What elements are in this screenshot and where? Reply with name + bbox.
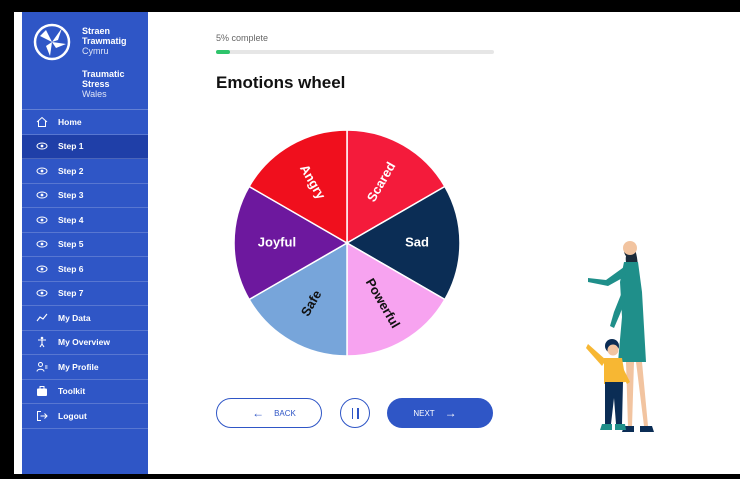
sidebar-item-label: Logout <box>58 410 87 421</box>
sidebar-item-step-5[interactable]: Step 5 <box>22 233 148 257</box>
sidebar-item-step-3[interactable]: Step 3 <box>22 184 148 208</box>
arrow-left-icon: ← <box>252 406 265 420</box>
app-frame: Straen Trawmatig Cymru Traumatic Stress … <box>14 12 740 474</box>
pause-icon <box>351 407 359 419</box>
sidebar: Straen Trawmatig Cymru Traumatic Stress … <box>22 12 148 474</box>
pause-button[interactable] <box>340 398 370 428</box>
chart-line-icon <box>36 312 48 324</box>
eye-icon <box>36 238 48 250</box>
sidebar-item-my-overview[interactable]: My Overview <box>22 331 148 355</box>
sidebar-item-label: Step 7 <box>58 288 84 299</box>
sidebar-item-label: Step 5 <box>58 239 84 250</box>
sidebar-item-home[interactable]: Home <box>22 110 148 135</box>
logout-icon <box>36 410 48 422</box>
sidebar-item-step-6[interactable]: Step 6 <box>22 257 148 282</box>
sidebar-item-label: My Overview <box>58 337 110 348</box>
next-button[interactable]: NEXT → <box>387 398 493 428</box>
emotions-wheel[interactable]: ScaredSadPowerfulSafeJoyfulAngry <box>232 128 462 358</box>
brand-english: Traumatic Stress Wales <box>82 69 125 99</box>
next-button-label: NEXT <box>413 408 435 418</box>
sidebar-item-my-data[interactable]: My Data <box>22 306 148 331</box>
sidebar-item-label: My Data <box>58 312 91 323</box>
briefcase-icon <box>36 385 48 397</box>
sidebar-item-step-1[interactable]: Step 1 <box>22 134 148 159</box>
progress-bar <box>216 50 494 54</box>
arrow-right-icon: → <box>444 406 457 420</box>
back-button-label: BACK <box>274 408 296 418</box>
brand-welsh: Straen Trawmatig Cymru <box>82 26 127 56</box>
sidebar-item-label: Home <box>58 116 82 127</box>
home-icon <box>36 116 48 128</box>
sidebar-item-label: Toolkit <box>58 386 86 397</box>
dragon-logo-icon <box>33 23 71 61</box>
eye-icon <box>36 140 48 152</box>
eye-icon <box>36 263 48 275</box>
progress-fill <box>216 50 230 54</box>
sidebar-item-toolkit[interactable]: Toolkit <box>22 380 148 404</box>
sidebar-item-label: My Profile <box>58 361 99 372</box>
wheel-label-joyful: Joyful <box>258 234 296 249</box>
wheel-label-sad: Sad <box>405 234 429 249</box>
person-icon <box>36 336 48 348</box>
sidebar-item-label: Step 2 <box>58 165 84 176</box>
profile-icon <box>36 361 48 373</box>
page-title: Emotions wheel <box>216 73 346 92</box>
sidebar-item-step-2[interactable]: Step 2 <box>22 159 148 184</box>
eye-icon <box>36 214 48 226</box>
sidebar-item-logout[interactable]: Logout <box>22 404 148 429</box>
sidebar-item-step-7[interactable]: Step 7 <box>22 282 148 306</box>
eye-icon <box>36 189 48 201</box>
sidebar-item-step-4[interactable]: Step 4 <box>22 208 148 233</box>
eye-icon <box>36 287 48 299</box>
parent-child-illustration <box>586 241 654 432</box>
sidebar-item-label: Step 1 <box>58 141 84 152</box>
logo[interactable]: Straen Trawmatig Cymru Traumatic Stress … <box>22 12 148 110</box>
progress-label: 5% complete <box>216 33 269 43</box>
sidebar-nav: Home Step 1 Step 2 Step 3 Step 4 Step 5 <box>22 110 148 429</box>
eye-icon <box>36 165 48 177</box>
sidebar-item-label: Step 3 <box>58 190 84 201</box>
sidebar-item-my-profile[interactable]: My Profile <box>22 355 148 380</box>
back-button[interactable]: ← BACK <box>216 398 322 428</box>
sidebar-item-label: Step 4 <box>58 214 84 225</box>
sidebar-item-label: Step 6 <box>58 263 84 274</box>
